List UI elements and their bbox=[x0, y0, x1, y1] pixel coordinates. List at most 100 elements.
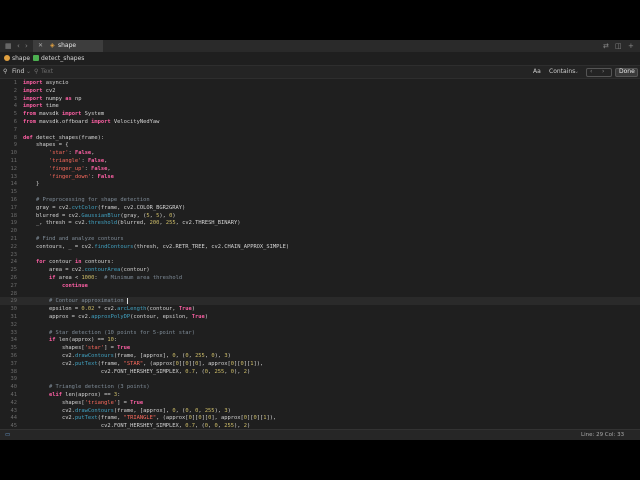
match-mode-select[interactable]: Contains bbox=[549, 66, 575, 78]
line-number: 6 bbox=[13, 119, 17, 125]
line-number: 27 bbox=[10, 282, 18, 289]
code-line[interactable]: 26 if area < 1000: # Minimum area thresh… bbox=[0, 274, 640, 282]
code-line[interactable]: 45 cv2.FONT_HERSHEY_SIMPLEX, 0.7, (0, 0,… bbox=[0, 422, 640, 429]
forward-icon[interactable]: › bbox=[25, 40, 28, 52]
code-line[interactable]: 10 'star': False, bbox=[0, 149, 640, 157]
code-line[interactable]: 28 bbox=[0, 290, 640, 298]
back-icon[interactable]: ‹ bbox=[17, 40, 20, 52]
split-icon[interactable]: ◫ bbox=[615, 40, 622, 52]
code-line[interactable]: 34 if len(approx) == 10: bbox=[0, 336, 640, 344]
find-mode[interactable]: Find bbox=[12, 66, 24, 78]
case-toggle[interactable]: Aa bbox=[533, 66, 541, 78]
find-input[interactable]: Text bbox=[41, 66, 53, 78]
code-line[interactable]: 40 # Triangle detection (3 points) bbox=[0, 383, 640, 391]
code-text: if len(approx) == 10: bbox=[48, 337, 118, 344]
line-number: 26 bbox=[10, 275, 18, 281]
code-text: cv2.drawContours(frame, [approx], 0, (0,… bbox=[23, 407, 231, 414]
code-text: elif len(approx) == 3: bbox=[48, 392, 121, 398]
code-editor[interactable]: 1 import asyncio 2 import cv2 3 import numpy … bbox=[0, 79, 640, 429]
code-text: blurred = cv2.GaussianBlur(gray, (5, 5),… bbox=[23, 212, 176, 219]
find-mode-icon: ⚲ bbox=[3, 68, 8, 75]
code-line[interactable]: 22 contours, _ = cv2.findContours(thresh… bbox=[0, 243, 640, 251]
code-line[interactable]: 36 cv2.drawContours(frame, [approx], 0, … bbox=[0, 352, 640, 360]
code-text: shapes['triangle'] = True bbox=[23, 399, 144, 406]
line-number: 29 bbox=[10, 298, 18, 305]
code-line[interactable]: 20 bbox=[0, 227, 640, 235]
code-line[interactable]: 39 bbox=[0, 375, 640, 383]
code-line[interactable]: 1 import asyncio bbox=[0, 79, 640, 87]
cursor-position: Line: 29 Col: 33 bbox=[581, 432, 625, 438]
code-text: shapes = { bbox=[23, 142, 69, 149]
code-line[interactable]: 29 # Contour approximation bbox=[0, 297, 640, 306]
code-text: cv2.FONT_HERSHEY_SIMPLEX, 0.7, (0, 255, … bbox=[23, 368, 251, 375]
line-number: 13 bbox=[10, 173, 18, 180]
code-line[interactable]: 17 gray = cv2.cvtColor(frame, cv2.COLOR_… bbox=[0, 204, 640, 212]
breadcrumb-file[interactable]: detect_shapes bbox=[41, 52, 84, 65]
sidebar-icon[interactable]: ▦ bbox=[5, 40, 12, 52]
find-icon: ⚲ bbox=[34, 68, 39, 75]
code-line[interactable]: 18 blurred = cv2.GaussianBlur(gray, (5, … bbox=[0, 212, 640, 220]
code-text: cv2.putText(frame, "STAR", (approx[0][0]… bbox=[23, 360, 264, 367]
done-button[interactable]: Done bbox=[619, 66, 635, 78]
code-line[interactable]: 37 cv2.putText(frame, "STAR", (approx[0]… bbox=[0, 360, 640, 368]
code-line[interactable]: 23 bbox=[0, 251, 640, 259]
code-line[interactable]: 11 'triangle': False, bbox=[0, 157, 640, 165]
code-line[interactable]: 25 area = cv2.contourArea(contour) bbox=[0, 266, 640, 274]
code-line[interactable]: 7 bbox=[0, 126, 640, 134]
code-line[interactable]: 19 _, thresh = cv2.threshold(blurred, 20… bbox=[0, 219, 640, 227]
code-text: cv2.drawContours(frame, [approx], 0, (0,… bbox=[23, 353, 231, 359]
code-text: 'triangle': False, bbox=[48, 158, 108, 164]
code-text: gray = cv2.cvtColor(frame, cv2.COLOR_BGR… bbox=[23, 204, 186, 211]
line-number: 33 bbox=[10, 329, 18, 336]
chevron-down-icon: ⌄ bbox=[26, 68, 32, 75]
code-text: # Preprocessing for shape detection bbox=[35, 197, 150, 203]
folder-icon: ◈ bbox=[50, 42, 55, 49]
code-line[interactable]: 44 cv2.putText(frame, "TRIANGLE", (appro… bbox=[0, 414, 640, 422]
line-number: 23 bbox=[10, 251, 18, 258]
code-line[interactable]: 33 # Star detection (10 points for 5-poi… bbox=[0, 329, 640, 337]
code-line[interactable]: 8 def detect_shapes(frame): bbox=[0, 134, 640, 142]
code-text: import numpy as np bbox=[23, 95, 82, 102]
file-icon bbox=[33, 55, 39, 61]
line-number: 7 bbox=[13, 126, 17, 133]
tab-shape[interactable]: ✕ ◈ shape bbox=[33, 40, 103, 52]
code-line[interactable]: 13 'finger_down': False bbox=[0, 173, 640, 181]
line-number: 30 bbox=[10, 306, 18, 313]
line-number: 35 bbox=[10, 345, 18, 352]
swap-icon[interactable]: ⇄ bbox=[603, 40, 609, 52]
code-line[interactable]: 4 import time bbox=[0, 102, 640, 110]
code-line[interactable]: 43 cv2.drawContours(frame, [approx], 0, … bbox=[0, 407, 640, 415]
terminal-icon[interactable]: ▭ bbox=[5, 430, 10, 440]
code-line[interactable]: 32 bbox=[0, 321, 640, 329]
next-icon[interactable]: › bbox=[602, 66, 604, 78]
code-line[interactable]: 16 # Preprocessing for shape detection bbox=[0, 196, 640, 204]
code-line[interactable]: 6 from mavsdk.offboard import VelocityNed… bbox=[0, 118, 640, 126]
prev-icon[interactable]: ‹ bbox=[590, 66, 592, 78]
code-line[interactable]: 12 'finger_up': False, bbox=[0, 165, 640, 173]
add-icon[interactable]: + bbox=[628, 40, 634, 52]
line-number: 2 bbox=[13, 87, 17, 94]
code-line[interactable]: 14 } bbox=[0, 180, 640, 188]
line-number: 10 bbox=[10, 150, 18, 157]
code-line[interactable]: 31 approx = cv2.approxPolyDP(contour, ep… bbox=[0, 313, 640, 321]
close-icon[interactable]: ✕ bbox=[38, 40, 43, 52]
code-line[interactable]: 21 # Find and analyze contours bbox=[0, 235, 640, 243]
code-line[interactable]: 42 shapes['triangle'] = True bbox=[0, 399, 640, 407]
code-line[interactable]: 30 epsilon = 0.02 * cv2.arcLength(contou… bbox=[0, 305, 640, 313]
code-line[interactable]: 35 shapes['star'] = True bbox=[0, 344, 640, 352]
line-number: 3 bbox=[13, 95, 17, 102]
code-line[interactable]: 24 for contour in contours: bbox=[0, 258, 640, 266]
code-text: if area < 1000: # Minimum area threshold bbox=[48, 275, 183, 281]
code-line[interactable]: 38 cv2.FONT_HERSHEY_SIMPLEX, 0.7, (0, 25… bbox=[0, 368, 640, 376]
line-number: 9 bbox=[13, 142, 17, 149]
line-number: 28 bbox=[10, 290, 18, 297]
code-line[interactable]: 3 import numpy as np bbox=[0, 95, 640, 103]
code-line[interactable]: 9 shapes = { bbox=[0, 141, 640, 149]
code-line[interactable]: 2 import cv2 bbox=[0, 87, 640, 95]
code-line[interactable]: 27 continue bbox=[0, 282, 640, 290]
code-line[interactable]: 41 elif len(approx) == 3: bbox=[0, 391, 640, 399]
code-line[interactable]: 5 from mavsdk import System bbox=[0, 110, 640, 118]
code-text: cv2.FONT_HERSHEY_SIMPLEX, 0.7, (0, 0, 25… bbox=[23, 423, 251, 429]
code-text: from mavsdk.offboard import VelocityNedY… bbox=[23, 119, 160, 125]
code-line[interactable]: 15 bbox=[0, 188, 640, 196]
